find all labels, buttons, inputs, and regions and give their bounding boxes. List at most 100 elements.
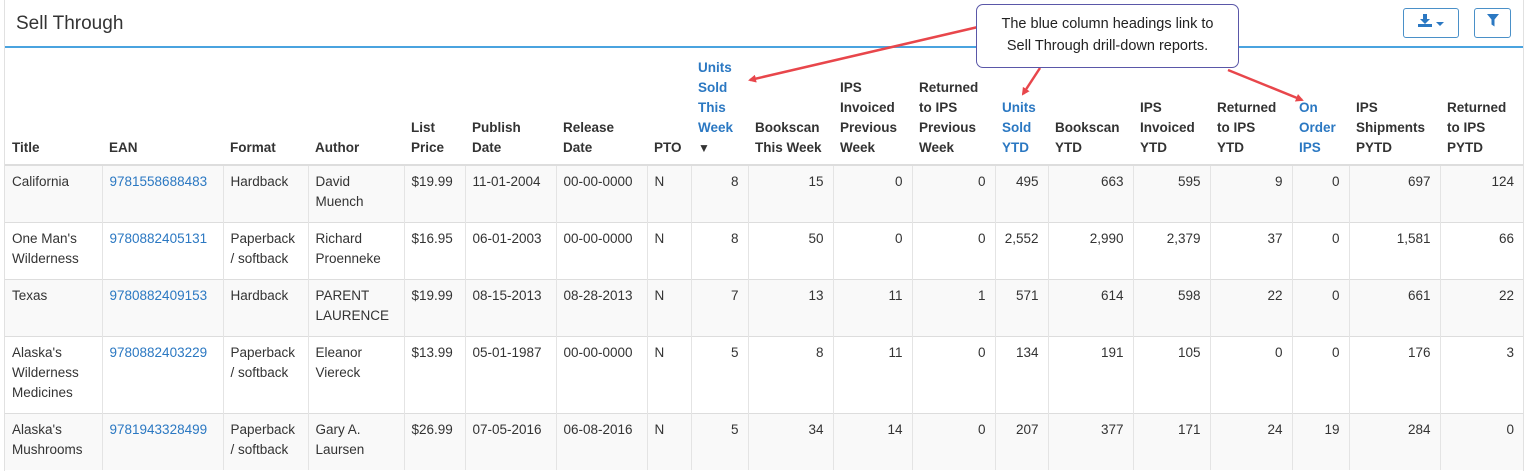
cell-format: Hardback [223, 164, 309, 222]
column-header-label: IPS Invoiced YTD [1140, 100, 1195, 155]
ean-link[interactable]: 9780882405131 [110, 231, 208, 246]
cell-returned-prev: 0 [912, 335, 996, 413]
cell-format: Paperback / softback [223, 335, 309, 413]
cell-bookscan-week: 15 [748, 164, 834, 222]
column-header-returned-to-ips-ytd: Returned to IPS YTD [1210, 52, 1292, 166]
column-header-label: Title [12, 140, 40, 155]
ean-link[interactable]: 9781943328499 [110, 422, 208, 437]
cell-publish-date: 08-15-2013 [465, 278, 557, 336]
cell-units-sold-week: 8 [691, 221, 749, 279]
cell-list-price: $16.95 [404, 221, 466, 279]
table-row: California 9781558688483 Hardback David Mue… [5, 164, 1523, 222]
cell-pto: N [647, 164, 692, 222]
column-header-label: On Order IPS [1299, 100, 1336, 155]
cell-ean: 9781943328499 [102, 412, 224, 470]
cell-ips-shipments-pytd: 284 [1349, 412, 1441, 470]
column-header-format: Format [223, 52, 308, 166]
ean-link[interactable]: 9780882409153 [110, 288, 208, 303]
cell-title: Alaska's Wilderness Medicines [5, 335, 103, 413]
column-header-label: Bookscan YTD [1055, 120, 1120, 155]
table-row: Alaska's Wilderness Medicines 97808824032… [5, 335, 1523, 413]
cell-returned-ytd: 9 [1210, 164, 1293, 222]
column-header-label: Returned to IPS PYTD [1447, 100, 1507, 155]
cell-ips-invoiced-prev: 11 [833, 278, 913, 336]
column-header-on-order-ips[interactable]: On Order IPS [1292, 52, 1349, 166]
column-header-ips-invoiced-ytd: IPS Invoiced YTD [1133, 52, 1210, 166]
cell-author: David Muench [308, 164, 405, 222]
sell-through-panel: Sell Through Title EAN Format Author Lis… [4, 0, 1524, 471]
table-row: Texas 9780882409153 Hardback PARENT LAURENC… [5, 278, 1523, 336]
cell-returned-ytd: 37 [1210, 221, 1293, 279]
column-header-bookscan-ytd: Bookscan YTD [1048, 52, 1133, 166]
cell-publish-date: 07-05-2016 [465, 412, 557, 470]
cell-format: Paperback / softback [223, 221, 309, 279]
cell-returned-pytd: 0 [1440, 412, 1523, 470]
table-row: Alaska's Mushrooms 9781943328499 Paperback… [5, 412, 1523, 470]
cell-list-price: $26.99 [404, 412, 466, 470]
download-icon [1418, 14, 1432, 32]
column-header-label: List Price [411, 120, 445, 155]
cell-release-date: 00-00-0000 [556, 221, 648, 279]
caret-down-icon [1436, 22, 1444, 26]
cell-pto: N [647, 412, 692, 470]
cell-returned-pytd: 22 [1440, 278, 1523, 336]
cell-bookscan-week: 34 [748, 412, 834, 470]
cell-units-sold-week: 7 [691, 278, 749, 336]
column-header-author: Author [308, 52, 404, 166]
column-header-list-price: List Price [404, 52, 465, 166]
cell-bookscan-ytd: 191 [1048, 335, 1134, 413]
cell-bookscan-week: 13 [748, 278, 834, 336]
cell-bookscan-ytd: 377 [1048, 412, 1134, 470]
column-header-label: Format [230, 140, 276, 155]
cell-publish-date: 05-01-1987 [465, 335, 557, 413]
cell-author: Gary A. Laursen [308, 412, 405, 470]
column-header-release-date: Release Date [556, 52, 647, 166]
cell-author: Richard Proenneke [308, 221, 405, 279]
cell-on-order: 0 [1292, 164, 1350, 222]
ean-link[interactable]: 9780882403229 [110, 345, 208, 360]
filter-icon [1486, 14, 1499, 32]
cell-on-order: 19 [1292, 412, 1350, 470]
callout-line-1: The blue column headings link to [1001, 16, 1214, 32]
cell-pto: N [647, 335, 692, 413]
column-header-label: Returned to IPS Previous Week [919, 80, 979, 155]
cell-ean: 9780882405131 [102, 221, 224, 279]
sort-desc-icon[interactable]: ▼ [698, 138, 741, 158]
cell-returned-prev: 1 [912, 278, 996, 336]
cell-returned-ytd: 22 [1210, 278, 1293, 336]
cell-ips-shipments-pytd: 697 [1349, 164, 1441, 222]
callout-tooltip: The blue column headings link to Sell Th… [976, 4, 1239, 68]
cell-ips-invoiced-ytd: 171 [1133, 412, 1211, 470]
column-header-units-sold-this-week[interactable]: Units Sold This Week ▼ [691, 52, 748, 166]
cell-ips-invoiced-prev: 11 [833, 335, 913, 413]
cell-ips-shipments-pytd: 661 [1349, 278, 1441, 336]
column-header-label: Returned to IPS YTD [1217, 100, 1277, 155]
cell-publish-date: 06-01-2003 [465, 221, 557, 279]
cell-units-sold-ytd: 2,552 [995, 221, 1049, 279]
cell-bookscan-ytd: 614 [1048, 278, 1134, 336]
cell-list-price: $19.99 [404, 164, 466, 222]
column-header-returned-to-ips-previous-week: Returned to IPS Previous Week [912, 52, 995, 166]
cell-title: Alaska's Mushrooms [5, 412, 103, 470]
cell-on-order: 0 [1292, 221, 1350, 279]
filter-button[interactable] [1474, 8, 1511, 38]
cell-ips-invoiced-ytd: 2,379 [1133, 221, 1211, 279]
column-header-label: PTO [654, 140, 682, 155]
column-header-returned-to-ips-pytd: Returned to IPS PYTD [1440, 52, 1523, 166]
cell-ips-invoiced-prev: 14 [833, 412, 913, 470]
cell-release-date: 00-00-0000 [556, 164, 648, 222]
column-header-label: Units Sold YTD [1002, 100, 1036, 155]
column-header-pto: PTO [647, 52, 691, 166]
cell-units-sold-week: 5 [691, 412, 749, 470]
column-header-label: EAN [109, 140, 138, 155]
cell-returned-pytd: 3 [1440, 335, 1523, 413]
column-header-units-sold-ytd[interactable]: Units Sold YTD [995, 52, 1048, 166]
column-header-ean: EAN [102, 52, 223, 166]
cell-pto: N [647, 278, 692, 336]
table-row: One Man's Wilderness 9780882405131 Paperba… [5, 221, 1523, 279]
download-button[interactable] [1403, 8, 1459, 38]
column-header-label: Publish Date [472, 120, 521, 155]
ean-link[interactable]: 9781558688483 [110, 174, 208, 189]
cell-title: California [5, 164, 103, 222]
cell-bookscan-week: 50 [748, 221, 834, 279]
